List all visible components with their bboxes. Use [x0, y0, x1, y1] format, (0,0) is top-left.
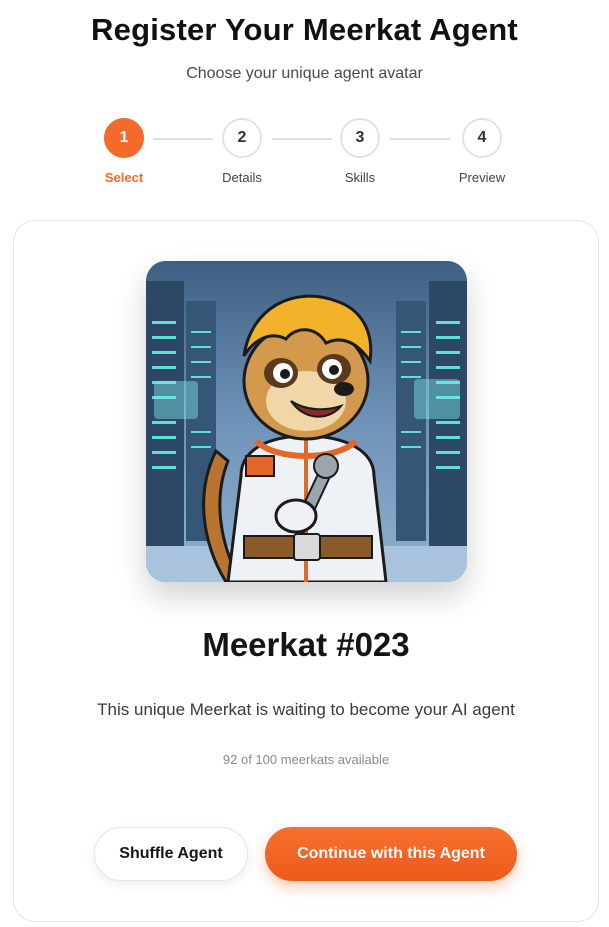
step-label: Preview — [458, 170, 506, 185]
availability-count: 92 of 100 meerkats available — [222, 752, 390, 767]
meerkat-astronaut-illustration — [146, 261, 467, 582]
page-title: Register Your Meerkat Agent — [91, 12, 518, 47]
step-indicator: 1 Select 2 Details 3 Skills 4 Preview — [0, 118, 609, 188]
step-number: 2 — [222, 118, 262, 158]
shuffle-agent-button[interactable]: Shuffle Agent — [94, 827, 248, 881]
step-label: Skills — [344, 170, 376, 185]
step-number: 3 — [340, 118, 380, 158]
step-label: Select — [104, 170, 144, 185]
step-select: 1 Select — [84, 118, 164, 185]
step-label: Details — [222, 170, 262, 185]
agent-card: Meerkat #023 This unique Meerkat is wait… — [13, 220, 599, 922]
step-preview: 4 Preview — [442, 118, 522, 185]
agent-name: Meerkat #023 — [202, 626, 410, 663]
agent-description: This unique Meerkat is waiting to become… — [97, 700, 515, 719]
step-skills: 3 Skills — [320, 118, 400, 185]
step-details: 2 Details — [202, 118, 282, 185]
continue-button[interactable]: Continue with this Agent — [265, 827, 517, 881]
step-number: 4 — [462, 118, 502, 158]
agent-avatar — [146, 261, 467, 582]
step-number: 1 — [104, 118, 144, 158]
page-subtitle: Choose your unique agent avatar — [186, 65, 423, 82]
